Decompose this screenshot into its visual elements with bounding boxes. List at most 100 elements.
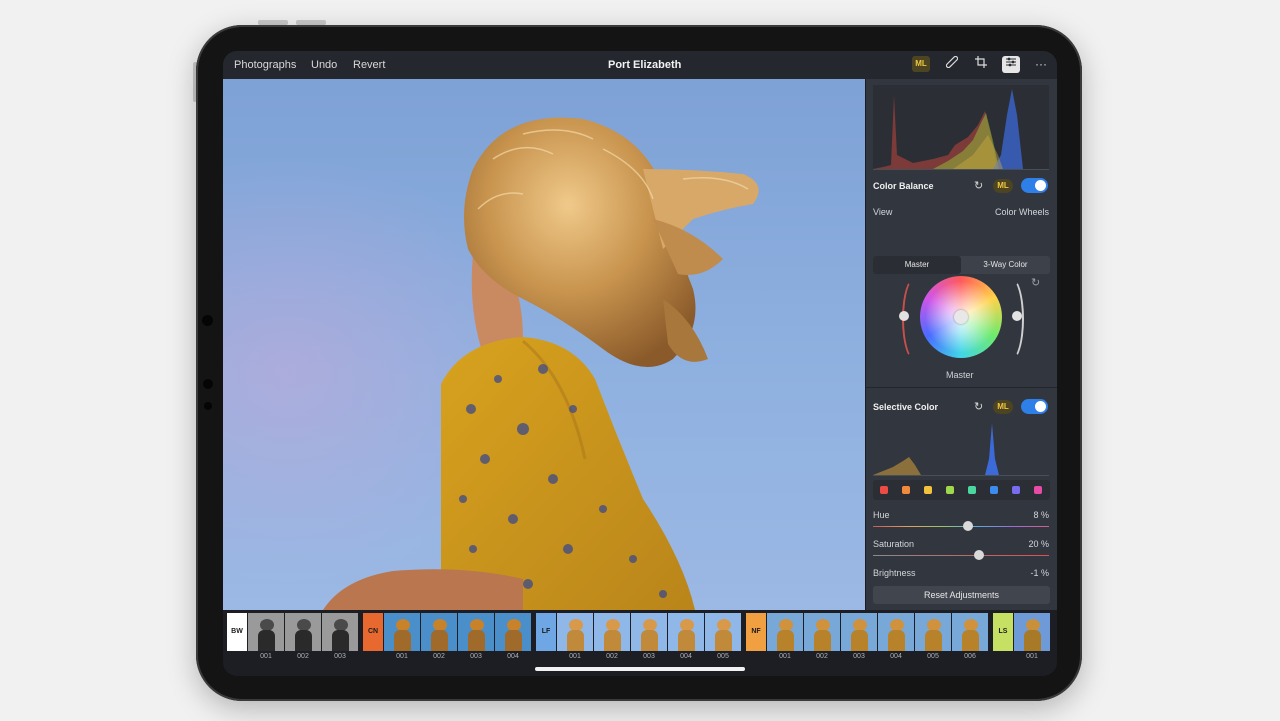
color-wheel-handle[interactable]	[954, 310, 968, 324]
swatch-orange[interactable]	[902, 486, 910, 494]
saturation-slider-track[interactable]	[873, 555, 1049, 556]
preset-number: 005	[717, 653, 729, 660]
preset-thumbnail[interactable]	[458, 613, 494, 651]
tab-3-way-color[interactable]: 3-Way Color	[961, 256, 1050, 274]
hue-slider-track[interactable]	[873, 526, 1049, 527]
preset-number: 002	[816, 653, 828, 660]
preset-thumbnail[interactable]	[841, 613, 877, 651]
preset-thumbnail[interactable]	[384, 613, 420, 651]
preset-number: 001	[569, 653, 581, 660]
hue-label: Hue	[873, 510, 890, 520]
preset-number: 002	[606, 653, 618, 660]
preset-number: 003	[643, 653, 655, 660]
preset-number: 003	[470, 653, 482, 660]
swatch-green[interactable]	[946, 486, 954, 494]
color-swatch-row	[873, 480, 1050, 500]
adjustments-panel: Color Balance ↻ ML View Color Wheels Mas…	[866, 79, 1057, 610]
preset-number: 003	[334, 653, 346, 660]
swatch-red[interactable]	[880, 486, 888, 494]
preset-thumbnail[interactable]	[767, 613, 803, 651]
preset-group-tag[interactable]: LS	[993, 613, 1013, 651]
preset-thumbnail[interactable]	[668, 613, 704, 651]
preset-number: 001	[779, 653, 791, 660]
swatch-blue[interactable]	[990, 486, 998, 494]
selective-color-ml-badge[interactable]: ML	[993, 400, 1013, 414]
preset-group-tag[interactable]: BW	[227, 613, 247, 651]
undo-button[interactable]: Undo	[311, 59, 337, 71]
brightness-value: -1 %	[1030, 568, 1049, 578]
revert-button[interactable]: Revert	[353, 59, 385, 71]
preset-thumbnail[interactable]	[248, 613, 284, 651]
tab-master[interactable]: Master	[873, 256, 961, 274]
document-title: Port Elizabeth	[608, 59, 682, 71]
preset-thumbnail[interactable]	[915, 613, 951, 651]
saturation-slider-thumb[interactable]	[973, 550, 984, 560]
preset-group-tag[interactable]: LF	[536, 613, 556, 651]
preset-thumbnail[interactable]	[631, 613, 667, 651]
preset-number: 001	[1026, 653, 1038, 660]
color-balance-toggle[interactable]	[1021, 178, 1048, 193]
brightness-label: Brightness	[873, 568, 916, 578]
swatch-purple[interactable]	[1012, 486, 1020, 494]
preset-group-tag[interactable]: CN	[363, 613, 383, 651]
wheel-label: Master	[946, 370, 974, 380]
camera-dot	[203, 379, 213, 389]
preset-thumbnail[interactable]	[878, 613, 914, 651]
swatch-magenta[interactable]	[1034, 486, 1042, 494]
preset-number: 003	[853, 653, 865, 660]
preset-thumbnail[interactable]	[495, 613, 531, 651]
selective-histogram	[873, 419, 1049, 476]
preset-number: 005	[927, 653, 939, 660]
reset-icon[interactable]: ↻	[974, 400, 983, 413]
color-balance-ml-badge[interactable]: ML	[993, 179, 1013, 193]
selective-color-title: Selective Color	[873, 402, 939, 412]
preset-number: 001	[396, 653, 408, 660]
preset-thumbnail[interactable]	[557, 613, 593, 651]
preset-thumbnail[interactable]	[421, 613, 457, 651]
camera-dot	[202, 315, 213, 326]
crop-icon[interactable]	[972, 56, 990, 73]
left-arc-knob[interactable]	[899, 311, 909, 321]
view-value[interactable]: Color Wheels	[995, 207, 1049, 217]
preset-thumbnail[interactable]	[705, 613, 741, 651]
saturation-label: Saturation	[873, 539, 915, 549]
preset-number: 001	[260, 653, 272, 660]
view-segmented-control: Master 3-Way Color	[873, 256, 1050, 274]
swatch-aqua[interactable]	[968, 486, 976, 494]
preset-thumbnail[interactable]	[322, 613, 358, 651]
preset-thumbnail[interactable]	[285, 613, 321, 651]
preset-thumbnail[interactable]	[804, 613, 840, 651]
color-balance-title: Color Balance	[873, 181, 934, 191]
adjustments-icon[interactable]	[1002, 56, 1020, 73]
preset-group-tag[interactable]: NF	[746, 613, 766, 651]
app-screen: Photographs Undo Revert Port Elizabeth M…	[223, 51, 1057, 676]
preset-number: 002	[433, 653, 445, 660]
right-arc-knob[interactable]	[1012, 311, 1022, 321]
preset-thumbnail[interactable]	[1014, 613, 1050, 651]
portrait-photo	[223, 79, 865, 610]
photo-canvas[interactable]	[223, 79, 865, 610]
preset-number: 002	[297, 653, 309, 660]
top-bar: Photographs Undo Revert Port Elizabeth M…	[223, 51, 1057, 79]
preset-thumbnail[interactable]	[952, 613, 988, 651]
reset-icon[interactable]: ↻	[974, 179, 983, 192]
ml-button[interactable]: ML	[912, 56, 930, 72]
preset-number: 006	[964, 653, 976, 660]
photographs-button[interactable]: Photographs	[234, 59, 296, 71]
preset-number: 004	[680, 653, 692, 660]
hue-value: 8 %	[1033, 510, 1049, 520]
selective-color-toggle[interactable]	[1021, 399, 1048, 414]
saturation-value: 20 %	[1028, 539, 1049, 549]
swatch-yellow[interactable]	[924, 486, 932, 494]
view-label: View	[873, 207, 893, 217]
reset-adjustments-button[interactable]: Reset Adjustments	[873, 586, 1050, 604]
healing-icon[interactable]	[943, 55, 961, 73]
divider	[866, 387, 1057, 388]
color-wheel[interactable]	[920, 276, 1002, 358]
hue-slider-thumb[interactable]	[963, 521, 974, 531]
preset-thumbnail[interactable]	[594, 613, 630, 651]
more-icon[interactable]: ···	[1032, 56, 1050, 73]
wheel-reset-icon[interactable]: ↻	[1031, 276, 1040, 289]
home-indicator	[535, 667, 745, 671]
preset-number: 004	[890, 653, 902, 660]
